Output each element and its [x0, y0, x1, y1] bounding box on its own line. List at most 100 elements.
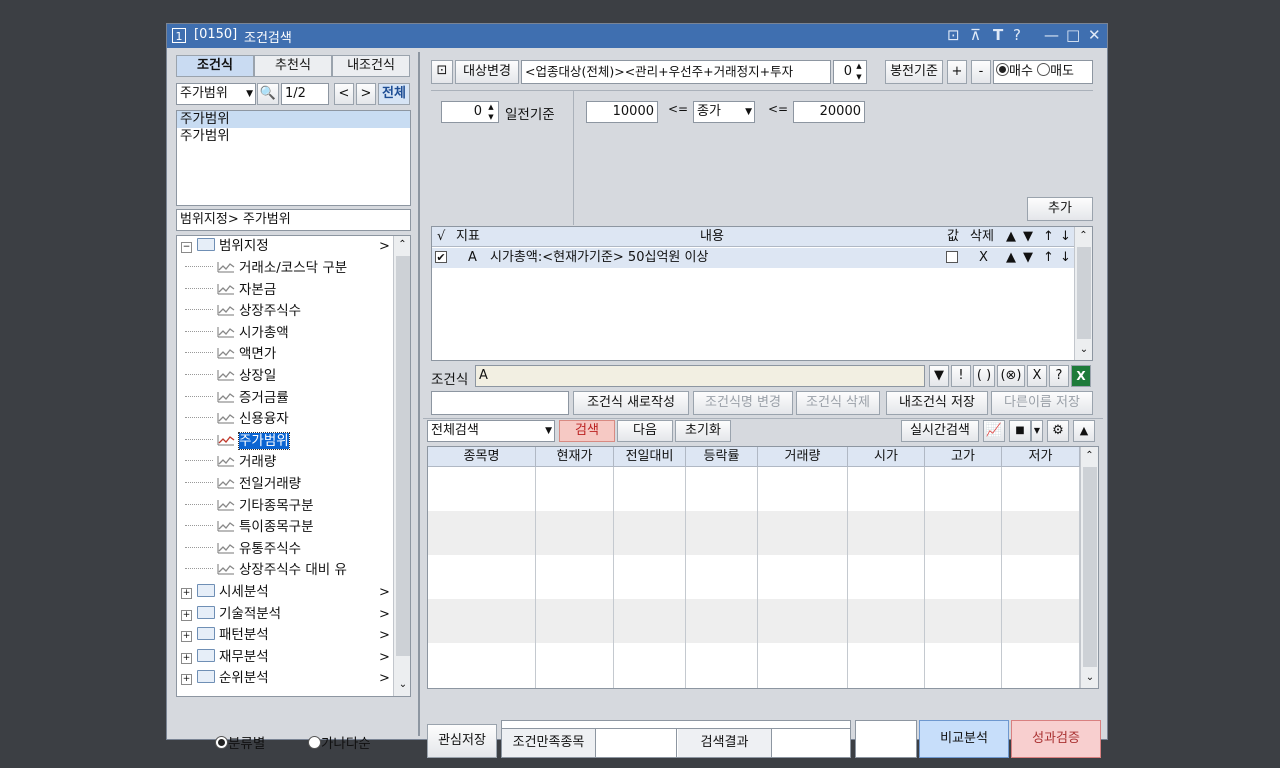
scroll-thumb[interactable]: [1083, 467, 1097, 667]
condition-name-input[interactable]: [431, 391, 569, 415]
not-button[interactable]: !: [951, 365, 971, 387]
search-mode-select[interactable]: 전체검색 ▼: [427, 420, 555, 442]
next-page-button[interactable]: >: [356, 83, 376, 105]
reset-button[interactable]: 초기화: [675, 420, 731, 442]
help-button[interactable]: ?: [1049, 365, 1069, 387]
tree-item[interactable]: 신용융자: [185, 409, 289, 430]
expand-icon[interactable]: +: [181, 631, 192, 643]
column-header[interactable]: 종목명: [428, 447, 536, 467]
expand-icon[interactable]: +: [181, 588, 192, 599]
delete-row-button[interactable]: X: [979, 248, 988, 268]
tree-item[interactable]: 상장주식수: [185, 301, 301, 322]
column-header[interactable]: 현재가: [536, 447, 614, 467]
list-item[interactable]: 주가범위: [177, 128, 410, 145]
day-spinner-icon[interactable]: ▲ ▼: [485, 102, 497, 122]
table-row[interactable]: ✔ A 시가총액:<현재가기준> 50십억원 이상 X ▲ ▼ ↑ ↓: [432, 248, 1074, 268]
scroll-thumb[interactable]: [1077, 247, 1091, 339]
search-icon[interactable]: 🔍: [257, 83, 279, 105]
tree-group[interactable]: + 재무분석: [181, 647, 269, 668]
pane-splitter[interactable]: [418, 52, 420, 736]
save-my-condition-button[interactable]: 내조건식 저장: [886, 391, 988, 415]
row-checkbox[interactable]: ✔: [435, 251, 447, 264]
settings-gear-icon[interactable]: ⚙: [1047, 420, 1069, 442]
column-header[interactable]: 고가: [925, 447, 1002, 467]
column-header[interactable]: 시가: [848, 447, 925, 467]
tree-scrollbar[interactable]: ⌃ ⌄: [393, 236, 410, 696]
paren-button[interactable]: ( ): [973, 365, 995, 387]
tree-item[interactable]: 거래소/코스닥 구분: [185, 258, 347, 279]
formula-dropdown-button[interactable]: ▼: [929, 365, 949, 387]
tree-group[interactable]: + 순위분석: [181, 668, 269, 689]
prev-page-button[interactable]: <: [334, 83, 354, 105]
list-item[interactable]: 주가범위: [177, 111, 410, 128]
tree-item[interactable]: 상장일: [185, 366, 276, 387]
stop-icon[interactable]: ■: [1009, 420, 1031, 442]
paren-x-button[interactable]: (⊗): [997, 365, 1025, 387]
delete-condition-button[interactable]: 조건식 삭제: [796, 391, 880, 415]
tree-group[interactable]: + 시세분석: [181, 582, 269, 603]
tree-item[interactable]: 유통주식수: [185, 539, 301, 560]
tree-item[interactable]: 기타종목구분: [185, 496, 314, 517]
dropdown-icon[interactable]: ▼: [1031, 420, 1043, 442]
max-value-input[interactable]: 20000: [793, 101, 865, 123]
collapse-up-icon[interactable]: ▲: [1073, 420, 1095, 442]
column-header[interactable]: 전일대비: [614, 447, 686, 467]
help-icon[interactable]: ?: [1013, 26, 1021, 44]
expand-icon[interactable]: +: [181, 652, 192, 664]
tab-my-condition[interactable]: 내조건식: [332, 55, 410, 77]
column-header[interactable]: 저가: [1002, 447, 1080, 467]
excel-icon[interactable]: X: [1071, 365, 1091, 387]
tree-group[interactable]: + 패턴분석: [181, 625, 269, 646]
all-button[interactable]: 전체: [378, 83, 410, 105]
realtime-search-button[interactable]: 실시간검색: [901, 420, 979, 442]
tree-item[interactable]: 특이종목구분: [185, 517, 314, 538]
scroll-thumb[interactable]: [396, 256, 410, 656]
tab-condition[interactable]: 조건식: [176, 55, 254, 77]
move-bottom-button[interactable]: ↓: [1060, 248, 1071, 268]
scroll-down-icon[interactable]: ⌄: [1081, 669, 1098, 687]
search-button[interactable]: 검색: [559, 420, 615, 442]
move-up-button[interactable]: ▲: [1006, 248, 1016, 268]
category-select[interactable]: 주가범위 ▼: [176, 83, 256, 105]
tree-item[interactable]: 시가총액: [185, 323, 289, 344]
value-checkbox[interactable]: [946, 251, 958, 263]
tree-item[interactable]: 자본금: [185, 280, 276, 301]
tree-item[interactable]: 상장주식수 대비 유: [185, 560, 347, 581]
expand-icon[interactable]: +: [181, 674, 192, 686]
link-icon[interactable]: ⊡: [947, 26, 960, 44]
plus-button[interactable]: +: [947, 60, 967, 84]
sort-by-alpha[interactable]: 가나다순: [308, 732, 371, 752]
new-condition-button[interactable]: 조건식 새로작성: [573, 391, 689, 415]
chart-icon[interactable]: 📈: [983, 420, 1005, 442]
target-change-button[interactable]: 대상변경: [455, 60, 519, 84]
tree-group[interactable]: + 기술적분석: [181, 604, 281, 625]
scroll-down-icon[interactable]: ⌄: [394, 676, 410, 694]
performance-verify-button[interactable]: 성과검증: [1011, 720, 1101, 758]
add-button[interactable]: 추가: [1027, 197, 1093, 221]
collapse-icon[interactable]: −: [181, 242, 192, 253]
font-icon[interactable]: T: [993, 26, 1003, 44]
close-icon[interactable]: ✕: [1088, 26, 1101, 44]
tree-item[interactable]: 주가범위: [185, 431, 290, 452]
tree-group-range[interactable]: − 범위지정: [181, 236, 269, 257]
bong-spinner-icon[interactable]: ▲ ▼: [853, 61, 865, 83]
pin-icon[interactable]: ⊼: [970, 26, 981, 44]
sell-radio[interactable]: 매도: [1037, 63, 1074, 79]
save-as-button[interactable]: 다른이름 저장: [991, 391, 1093, 415]
target-icon[interactable]: ⊡: [431, 60, 453, 84]
tab-recommended[interactable]: 추천식: [254, 55, 332, 77]
scroll-up-icon[interactable]: ⌃: [1075, 227, 1092, 245]
rename-condition-button[interactable]: 조건식명 변경: [693, 391, 793, 415]
tree-item[interactable]: 액면가: [185, 344, 276, 365]
min-value-input[interactable]: 10000: [586, 101, 658, 123]
results-scrollbar[interactable]: ⌃ ⌄: [1080, 447, 1098, 688]
watchlist-save-button[interactable]: 관심저장: [427, 724, 497, 758]
minimize-icon[interactable]: —: [1044, 26, 1059, 44]
expand-icon[interactable]: +: [181, 609, 192, 621]
minus-button[interactable]: -: [971, 60, 991, 84]
price-type-select[interactable]: 종가 ▼: [693, 101, 755, 123]
maximize-icon[interactable]: □: [1066, 26, 1080, 44]
tree-item[interactable]: 거래량: [185, 452, 276, 473]
sort-by-category[interactable]: 분류별: [215, 732, 265, 752]
tree-item[interactable]: 전일거래량: [185, 474, 301, 495]
